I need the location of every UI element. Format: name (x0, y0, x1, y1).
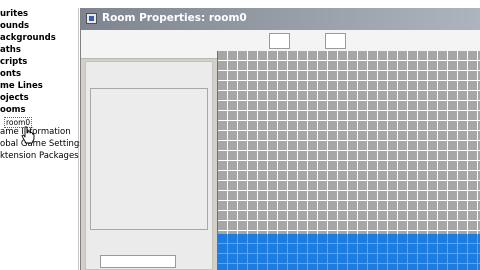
tree-item-game-information[interactable]: ame Information (0, 126, 71, 138)
background-window-strip (0, 0, 480, 8)
snap-y-field[interactable] (325, 33, 346, 49)
room-settings-panel (85, 61, 213, 270)
tree-item-sounds[interactable]: ounds (0, 20, 29, 32)
tree-item-global-game-settings[interactable]: obal Game Settings (0, 138, 84, 150)
room-grid[interactable] (218, 51, 480, 270)
tree-item-time-lines[interactable]: me Lines (0, 80, 43, 92)
room-window-icon (86, 13, 97, 24)
tree-item-rooms[interactable]: ooms (0, 104, 26, 116)
resource-tree[interactable]: urites ounds ackgrounds aths cripts onts… (0, 8, 84, 270)
tree-item-paths[interactable]: aths (0, 44, 21, 56)
tree-item-extension-packages[interactable]: ktension Packages (0, 150, 79, 162)
settings-group-box (90, 88, 208, 230)
hand-cursor-icon (21, 126, 35, 144)
snap-x-field[interactable] (269, 33, 290, 49)
tree-item-scripts[interactable]: cripts (0, 56, 27, 68)
tree-item-sprites[interactable]: urites (0, 8, 28, 20)
tree-item-fonts[interactable]: onts (0, 68, 21, 80)
window-titlebar[interactable]: Room Properties: room0 (81, 8, 480, 30)
tree-item-objects[interactable]: ojects (0, 92, 29, 104)
tree-item-backgrounds[interactable]: ackgrounds (0, 32, 56, 44)
room-name-field[interactable] (100, 255, 176, 268)
room-properties-window: Room Properties: room0 (80, 8, 480, 270)
window-title: Room Properties: room0 (102, 12, 247, 24)
room-editor-canvas[interactable] (217, 51, 480, 270)
